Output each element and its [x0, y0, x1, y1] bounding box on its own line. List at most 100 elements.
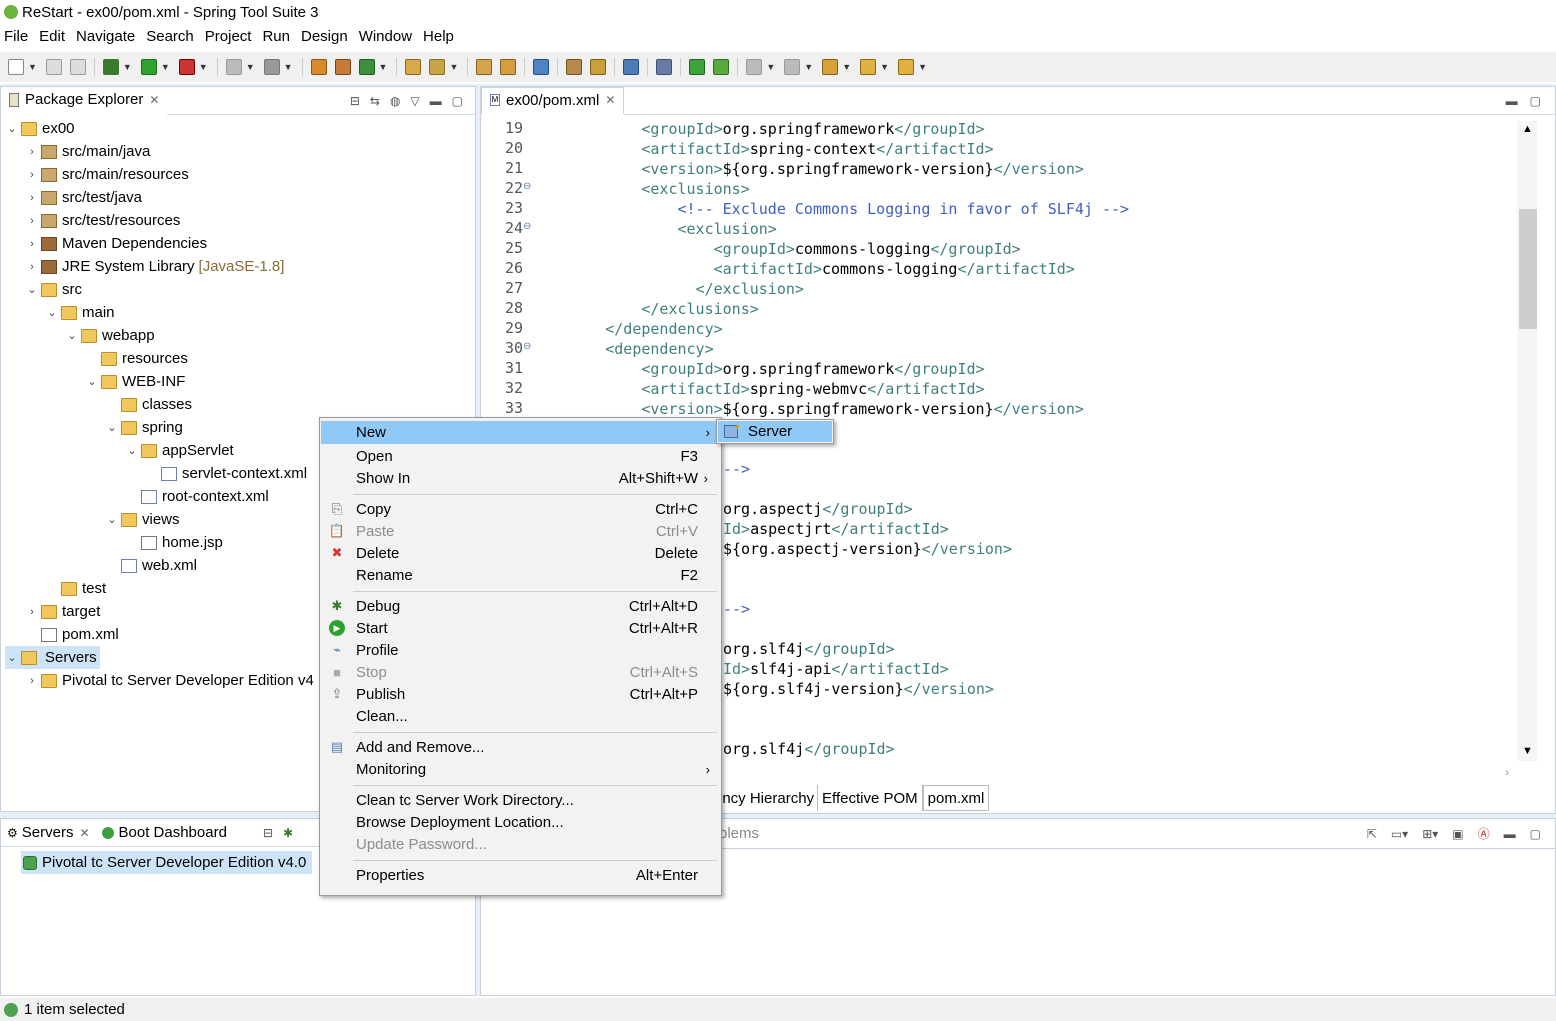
menu-item-update-password[interactable]: Update Password... [321, 833, 720, 856]
tree-item[interactable]: ⌄ views [105, 508, 179, 531]
maximize-icon[interactable]: ▢ [1530, 827, 1541, 841]
dropdown-arrow-icon[interactable]: ▼ [28, 62, 37, 72]
dropdown-arrow-icon[interactable]: ▼ [766, 62, 775, 72]
globe-icon[interactable] [533, 59, 550, 75]
chevron-down-icon[interactable]: ⌄ [105, 513, 119, 526]
console-action-icon[interactable]: ⇱ [1367, 827, 1377, 841]
tab-boot-dashboard[interactable]: Boot Dashboard [96, 821, 233, 845]
new-icon[interactable] [8, 59, 24, 75]
menu-item-rename[interactable]: Rename F2 [321, 564, 720, 587]
back-icon[interactable] [860, 59, 877, 75]
tree-item[interactable]: ⌄ WEB-INF [85, 370, 185, 393]
tree-item[interactable]: pom.xml [25, 623, 119, 646]
menu-item-monitoring[interactable]: Monitoring › [321, 758, 720, 781]
open-type-icon[interactable] [405, 59, 422, 75]
menu-file[interactable]: File [0, 28, 32, 45]
display-console-icon[interactable]: ▭▾ [1391, 827, 1408, 841]
dropdown-arrow-icon[interactable]: ▼ [123, 62, 132, 72]
tree-item[interactable]: › src/main/resources [25, 163, 189, 186]
menu-item-properties[interactable]: Properties Alt+Enter [321, 864, 720, 887]
spring-icon[interactable]: Ⓐ [1478, 825, 1490, 842]
forward-icon[interactable] [898, 59, 915, 75]
run-icon[interactable] [140, 59, 157, 75]
menu-item-browse-deployment-location[interactable]: Browse Deployment Location... [321, 811, 720, 834]
collapse-icon[interactable]: ⊟ [263, 826, 273, 840]
collapse-all-icon[interactable]: ⊟ [350, 94, 360, 108]
minimize-icon[interactable]: ▬ [430, 94, 442, 108]
save-all-icon[interactable] [69, 59, 86, 75]
focus-icon[interactable]: ◍ [390, 94, 400, 108]
tree-item[interactable]: root-context.xml [125, 485, 269, 508]
new-class-icon[interactable] [358, 59, 375, 75]
close-icon[interactable]: ✕ [79, 826, 89, 840]
chevron-right-icon[interactable]: › [25, 261, 39, 273]
chevron-down-icon[interactable]: ⌄ [5, 122, 19, 135]
dropdown-arrow-icon[interactable]: ▼ [199, 62, 208, 72]
chevron-down-icon[interactable]: ⌄ [125, 444, 139, 457]
menu-project[interactable]: Project [201, 28, 256, 45]
new-bean-icon[interactable] [334, 59, 351, 75]
tab-problems[interactable]: blems [719, 825, 759, 842]
pin-icon[interactable] [656, 59, 673, 75]
menu-item-delete[interactable]: ✖ Delete Delete [321, 542, 720, 565]
tree-item[interactable]: servlet-context.xml [145, 462, 307, 485]
menu-item-new[interactable]: New › [321, 421, 720, 444]
open-resource-icon[interactable] [500, 59, 517, 75]
scroll-up-icon[interactable]: ▲ [1522, 123, 1533, 135]
dropdown-arrow-icon[interactable]: ▼ [246, 62, 255, 72]
last-edit-icon[interactable] [822, 59, 839, 75]
tree-item[interactable]: ⌄ main [45, 301, 114, 324]
tree-item[interactable]: › src/test/java [25, 186, 142, 209]
menu-help[interactable]: Help [419, 28, 458, 45]
next-annotation-icon[interactable] [746, 59, 763, 75]
menu-item-open[interactable]: Open F3 [321, 445, 720, 468]
tab-pom-xml[interactable]: M ex00/pom.xml ✕ [481, 86, 625, 115]
menu-item-stop[interactable]: ■ Stop Ctrl+Alt+S [321, 661, 720, 684]
debug-icon[interactable] [102, 59, 119, 75]
menu-item-paste[interactable]: 📋 Paste Ctrl+V [321, 520, 720, 543]
minimize-icon[interactable]: ▬ [1506, 94, 1518, 108]
menu-item-start[interactable]: ▶ Start Ctrl+Alt+R [321, 617, 720, 640]
tree-item[interactable]: ⌄ Servers [5, 646, 100, 669]
new-spring-project-icon[interactable] [310, 59, 327, 75]
maximize-icon[interactable]: ▢ [452, 94, 463, 108]
dropdown-arrow-icon[interactable]: ▼ [284, 62, 293, 72]
tab-effective-pom[interactable]: Effective POM [818, 785, 923, 811]
chevron-down-icon[interactable]: ⌄ [25, 283, 39, 296]
prev-annotation-icon[interactable] [784, 59, 801, 75]
menu-item-add-and-remove[interactable]: ▤ Add and Remove... [321, 736, 720, 759]
stop-icon[interactable] [225, 59, 242, 75]
menu-item-clean-tc-server-work-directory[interactable]: Clean tc Server Work Directory... [321, 789, 720, 812]
menu-navigate[interactable]: Navigate [72, 28, 139, 45]
menu-window[interactable]: Window [355, 28, 416, 45]
tree-item[interactable]: ⌄ spring [105, 416, 182, 439]
dropdown-arrow-icon[interactable]: ▼ [804, 62, 813, 72]
tree-item[interactable]: ⌄ src [25, 278, 82, 301]
tree-item[interactable]: › src/main/java [25, 140, 150, 163]
tab-pom-xml-source[interactable]: pom.xml [922, 785, 990, 811]
dropdown-arrow-icon[interactable]: ▼ [449, 62, 458, 72]
dropdown-arrow-icon[interactable]: ▼ [918, 62, 927, 72]
server-list-item[interactable]: Pivotal tc Server Developer Edition v4.0 [21, 851, 313, 874]
menu-edit[interactable]: Edit [35, 28, 69, 45]
tab-package-explorer[interactable]: Package Explorer ✕ [1, 86, 168, 115]
minimize-icon[interactable]: ▬ [1504, 827, 1516, 841]
chevron-down-icon[interactable]: ⌄ [45, 306, 59, 319]
menu-item-clean[interactable]: Clean... [321, 705, 720, 728]
chevron-right-icon[interactable]: › [25, 606, 39, 618]
tree-item[interactable]: › JRE System Library [JavaSE-1.8] [25, 255, 284, 278]
fold-icon[interactable]: ⊖ [523, 221, 531, 232]
chevron-down-icon[interactable]: ⌄ [65, 329, 79, 342]
tree-item[interactable]: resources [85, 347, 188, 370]
save-icon[interactable] [45, 59, 62, 75]
scroll-right-icon[interactable]: › [1505, 765, 1509, 779]
tab-servers[interactable]: ⚙ Servers ✕ [1, 821, 96, 845]
menu-design[interactable]: Design [297, 28, 352, 45]
spring-start-icon[interactable] [689, 59, 706, 75]
vertical-scrollbar[interactable]: ▲ ▼ [1517, 121, 1537, 761]
tree-item[interactable]: ⌄ appServlet [125, 439, 233, 462]
debug-server-icon[interactable]: ✱ [283, 826, 293, 840]
dropdown-arrow-icon[interactable]: ▼ [880, 62, 889, 72]
open-task-icon[interactable] [429, 59, 446, 75]
chevron-right-icon[interactable]: › [25, 192, 39, 204]
